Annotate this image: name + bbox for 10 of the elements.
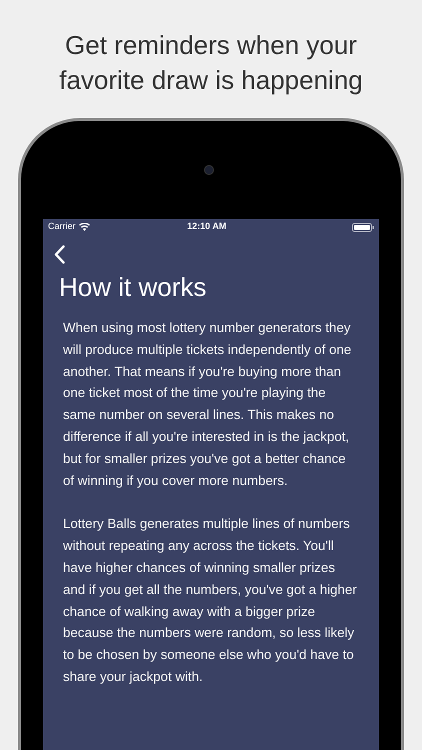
back-chevron-icon (54, 244, 64, 264)
body-paragraph: Lottery Balls generates multiple lines of numbers without repeating any across the tickets. You'll have higher chances of winning smaller prizes and if you get all the numbers, you've got a higher chance of walking away with a bigger prize because the numbers were random, so less likely to be chosen by someone else who you'd have to share your jackpot with. (63, 515, 358, 686)
carrier-label: Carrier (48, 220, 76, 234)
page-title: How it works (59, 271, 208, 303)
wifi-icon (78, 223, 90, 231)
battery-icon (352, 222, 374, 232)
body-paragraph: When using most lottery number generators they will produce multiple tickets independently of one another. That means if you're buying more than one ticket most of the time you're playing the same number on several lines. This makes no difference if all you're interested in is the jackpot, but for smaller prizes you've got a better chance of winning if you cover more numbers. (63, 319, 352, 490)
status-time: 12:10 AM (187, 220, 226, 234)
camera-icon (204, 165, 214, 175)
headline: Get reminders when your favorite draw is happening (58, 29, 364, 97)
